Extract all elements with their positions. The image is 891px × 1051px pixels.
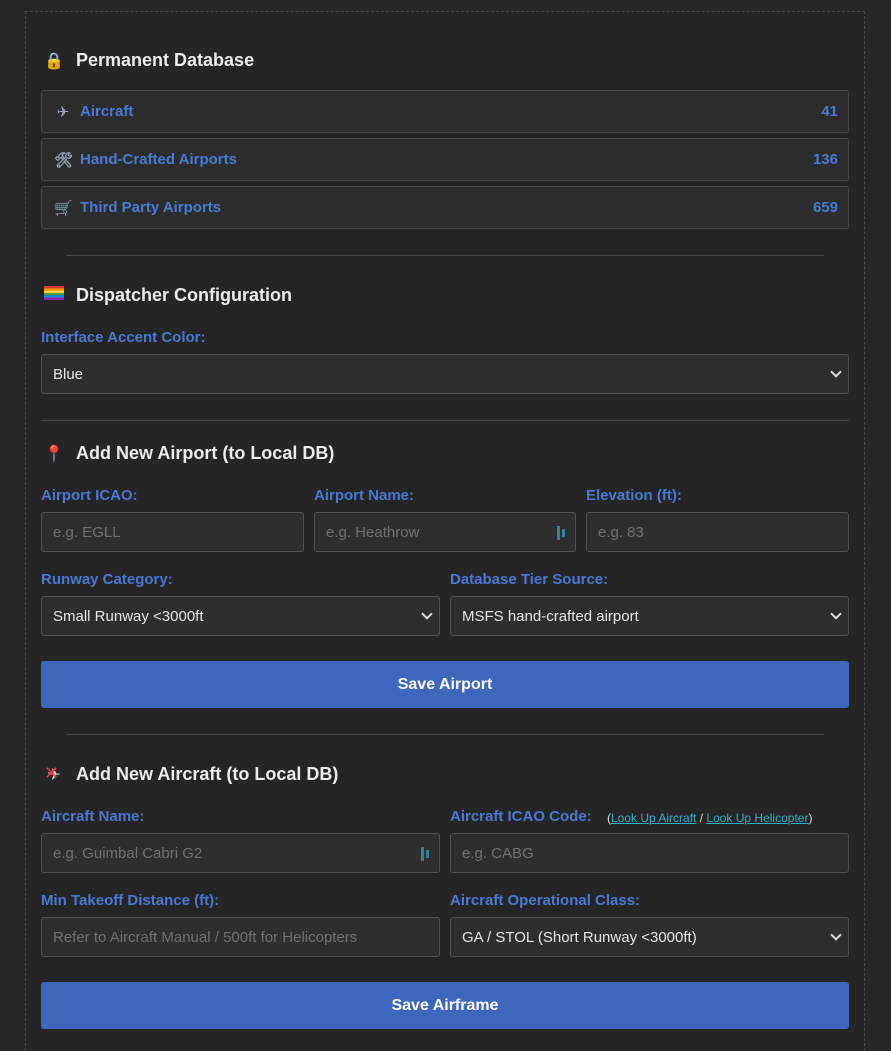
airplane-icon: ✈ bbox=[56, 103, 70, 121]
airport-name-label: Airport Name: bbox=[314, 487, 415, 504]
aircraft-name-label: Aircraft Name: bbox=[41, 808, 145, 825]
takeoff-distance-input[interactable]: Refer to Aircraft Manual / 500ft for Hel… bbox=[41, 917, 440, 957]
airport-name-placeholder: e.g. Heathrow bbox=[326, 523, 420, 541]
db-row-third-party-airports[interactable]: 🛒 Third Party Airports 659 bbox=[41, 186, 849, 229]
aircraft-icao-input[interactable]: e.g. CABG bbox=[450, 833, 849, 873]
elevation-placeholder: e.g. 83 bbox=[598, 523, 644, 541]
runway-category-select[interactable]: Small Runway <3000ft bbox=[41, 596, 440, 636]
tools-icon: 🛠 bbox=[54, 151, 74, 169]
cart-icon: 🛒 bbox=[54, 199, 73, 217]
operational-class-select[interactable]: GA / STOL (Short Runway <3000ft) bbox=[450, 917, 849, 957]
airport-icao-label: Airport ICAO: bbox=[41, 487, 138, 504]
airport-icao-input[interactable]: e.g. EGLL bbox=[41, 512, 304, 552]
accent-color-label: Interface Accent Color: bbox=[41, 329, 206, 346]
aircraft-name-input[interactable]: e.g. Guimbal Cabri G2 bbox=[41, 833, 440, 873]
divider bbox=[66, 734, 824, 735]
aircraft-name-placeholder: e.g. Guimbal Cabri G2 bbox=[53, 844, 203, 862]
chevron-down-icon bbox=[421, 608, 433, 620]
takeoff-distance-placeholder: Refer to Aircraft Manual / 500ft for Hel… bbox=[53, 928, 358, 946]
settings-panel: 🔒 Permanent Database ✈ Aircraft 41 🛠 Han… bbox=[25, 11, 865, 1051]
elevation-label: Elevation (ft): bbox=[586, 487, 682, 504]
accent-color-value: Blue bbox=[53, 365, 84, 383]
lock-icon: 🔒 bbox=[44, 52, 64, 70]
permanent-database-title: Permanent Database bbox=[76, 50, 255, 70]
elevation-input[interactable]: e.g. 83 bbox=[586, 512, 849, 552]
lookup-helicopter-link[interactable]: Look Up Helicopter bbox=[706, 811, 808, 825]
db-row-label: Hand-Crafted Airports bbox=[80, 151, 237, 168]
aircraft-icao-label: Aircraft ICAO Code: bbox=[450, 808, 592, 825]
tier-source-select[interactable]: MSFS hand-crafted airport bbox=[450, 596, 849, 636]
divider bbox=[66, 255, 824, 256]
save-airframe-button[interactable]: Save Airframe bbox=[41, 982, 849, 1029]
db-row-label: Third Party Airports bbox=[80, 199, 222, 216]
divider bbox=[41, 420, 849, 421]
chevron-down-icon bbox=[830, 608, 842, 620]
db-row-hand-crafted-airports[interactable]: 🛠 Hand-Crafted Airports 136 bbox=[41, 138, 849, 181]
tier-source-label: Database Tier Source: bbox=[450, 571, 609, 588]
db-row-count: 41 bbox=[821, 103, 838, 120]
lookup-aircraft-link[interactable]: Look Up Aircraft bbox=[611, 811, 696, 825]
operational-class-label: Aircraft Operational Class: bbox=[450, 892, 641, 909]
add-airport-title: Add New Airport (to Local DB) bbox=[76, 443, 335, 463]
dispatcher-heading: Dispatcher Configuration bbox=[44, 285, 292, 306]
save-airport-button[interactable]: Save Airport bbox=[41, 661, 849, 708]
password-manager-icon[interactable] bbox=[421, 846, 433, 861]
airport-icao-placeholder: e.g. EGLL bbox=[53, 523, 121, 541]
accent-color-select[interactable]: Blue bbox=[41, 354, 849, 394]
runway-category-label: Runway Category: bbox=[41, 571, 173, 588]
lookup-links: (Look Up Aircraft / Look Up Helicopter) bbox=[607, 811, 813, 825]
db-row-count: 136 bbox=[812, 151, 838, 168]
aircraft-crossed-icon: ✈ ✕ bbox=[44, 762, 61, 784]
permanent-database-heading: 🔒 Permanent Database bbox=[44, 50, 254, 71]
runway-category-value: Small Runway <3000ft bbox=[53, 607, 204, 625]
db-row-count: 659 bbox=[812, 199, 838, 216]
rainbow-flag-icon bbox=[44, 286, 64, 305]
aircraft-icao-placeholder: e.g. CABG bbox=[462, 844, 534, 862]
chevron-down-icon bbox=[830, 366, 842, 378]
add-aircraft-heading: ✈ ✕ Add New Aircraft (to Local DB) bbox=[44, 762, 339, 785]
airport-name-input[interactable]: e.g. Heathrow bbox=[314, 512, 576, 552]
chevron-down-icon bbox=[830, 929, 842, 941]
add-aircraft-title: Add New Aircraft (to Local DB) bbox=[76, 764, 339, 784]
takeoff-distance-label: Min Takeoff Distance (ft): bbox=[41, 892, 220, 909]
tier-source-value: MSFS hand-crafted airport bbox=[462, 607, 639, 625]
dispatcher-title: Dispatcher Configuration bbox=[76, 285, 293, 305]
add-airport-heading: 📍 Add New Airport (to Local DB) bbox=[44, 443, 334, 464]
db-row-label: Aircraft bbox=[80, 103, 134, 120]
password-manager-icon[interactable] bbox=[557, 525, 569, 540]
pushpin-icon: 📍 bbox=[44, 445, 64, 463]
db-row-aircraft[interactable]: ✈ Aircraft 41 bbox=[41, 90, 849, 133]
operational-class-value: GA / STOL (Short Runway <3000ft) bbox=[462, 928, 697, 946]
